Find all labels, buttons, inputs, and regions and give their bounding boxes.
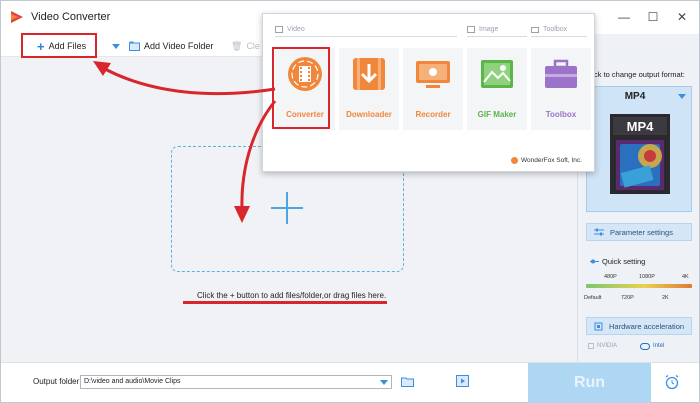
- image-icon: [481, 60, 513, 88]
- tile-gif-maker-label: GIF Maker: [477, 110, 517, 119]
- category-image: Image: [467, 26, 498, 33]
- nvidia-label: NVIDIA: [597, 343, 618, 349]
- output-format-hint: ck to change output format:: [594, 70, 685, 79]
- category-image-label: Image: [479, 26, 499, 33]
- nvidia-checkbox-icon: [588, 343, 594, 349]
- maximize-button[interactable]: ☐: [642, 6, 664, 28]
- slider-label-default: Default: [584, 295, 602, 301]
- nvidia-option[interactable]: NVIDIA: [588, 340, 617, 352]
- quality-slider[interactable]: [586, 284, 692, 288]
- add-plus-icon[interactable]: [271, 192, 303, 224]
- tile-downloader[interactable]: Downloader: [339, 48, 399, 130]
- drop-hint-text: Click the + button to add files/folder,o…: [197, 291, 387, 300]
- tile-toolbox-label: Toolbox: [545, 110, 577, 119]
- output-format-card[interactable]: MP4 MP4: [586, 86, 692, 212]
- quick-setting-icon: [590, 259, 599, 264]
- image-category-icon: [467, 26, 475, 33]
- wonderfox-credit: WonderFox Soft, Inc.: [511, 157, 582, 164]
- slider-label-480p: 480P: [604, 274, 617, 280]
- close-button[interactable]: ✕: [671, 6, 693, 28]
- category-toolbox-divider: [531, 36, 587, 37]
- intel-logo-icon: [640, 342, 650, 350]
- category-video-divider: [275, 36, 457, 37]
- category-toolbox: Toolbox: [531, 26, 567, 33]
- run-button[interactable]: Run: [528, 363, 651, 403]
- parameter-settings-label: Parameter settings: [610, 227, 673, 237]
- slider-label-1080p: 1080P: [639, 274, 655, 280]
- wonderfox-logo-icon: [511, 157, 518, 164]
- mp4-format-icon: MP4: [610, 114, 670, 194]
- app-window: Video Converter — ☐ ✕ + Add Files Add Vi…: [0, 0, 700, 403]
- output-format-panel: ck to change output format: MP4 MP4 Para…: [577, 34, 699, 362]
- app-logo-icon: [11, 11, 23, 23]
- sliders-icon: [594, 228, 604, 236]
- slider-label-4k: 4K: [682, 274, 689, 280]
- video-folder-icon[interactable]: [456, 375, 469, 387]
- clear-label: Cle: [246, 41, 260, 51]
- hardware-acceleration-label: Hardware acceleration: [609, 321, 685, 331]
- output-folder-dropdown-icon[interactable]: [380, 380, 388, 385]
- category-image-divider: [467, 36, 527, 37]
- tile-gif-maker[interactable]: GIF Maker: [467, 48, 527, 130]
- screen-record-icon: [416, 61, 450, 88]
- open-folder-icon[interactable]: [401, 376, 415, 387]
- category-toolbox-label: Toolbox: [543, 26, 568, 33]
- slider-label-720p: 720P: [621, 295, 634, 301]
- download-icon: [353, 58, 385, 90]
- dropdown-caret-icon: [112, 43, 120, 49]
- video-category-icon: [275, 26, 283, 33]
- folder-add-icon: [129, 41, 140, 51]
- trash-icon: 🗑: [231, 40, 243, 51]
- output-folder-path: D:\video and audio\Movie Clips: [84, 378, 181, 385]
- output-folder-input[interactable]: D:\video and audio\Movie Clips: [80, 375, 392, 389]
- tile-toolbox[interactable]: Toolbox: [531, 48, 591, 130]
- window-title: Video Converter: [31, 11, 111, 23]
- add-video-folder-label: Add Video Folder: [144, 41, 214, 51]
- output-format-label: MP4: [624, 91, 646, 102]
- add-video-folder-button[interactable]: Add Video Folder: [129, 38, 213, 54]
- output-folder-label: Output folder:: [33, 377, 82, 386]
- parameter-settings-button[interactable]: Parameter settings: [586, 223, 692, 241]
- category-video-label: Video: [287, 26, 305, 33]
- wonderfox-credit-text: WonderFox Soft, Inc.: [521, 157, 582, 164]
- intel-option[interactable]: Intel: [640, 340, 664, 352]
- chip-icon: [594, 322, 603, 330]
- format-dropdown-icon[interactable]: [678, 94, 686, 99]
- bottom-bar: Output folder: D:\video and audio\Movie …: [1, 362, 699, 403]
- hint-annotation-underline: [183, 301, 387, 304]
- add-files-dropdown[interactable]: [112, 38, 120, 54]
- minimize-button[interactable]: —: [613, 6, 635, 28]
- tile-downloader-label: Downloader: [346, 110, 392, 119]
- toolbox-icon: [545, 59, 577, 88]
- category-video: Video: [275, 26, 305, 33]
- toolbox-category-icon: [531, 27, 539, 33]
- intel-label: Intel: [653, 343, 665, 349]
- alarm-clock-icon[interactable]: [664, 374, 680, 390]
- quick-setting-label: Quick setting: [602, 257, 646, 266]
- tile-recorder[interactable]: Recorder: [403, 48, 463, 130]
- annotation-box-add-files: [21, 33, 97, 58]
- hardware-acceleration-button[interactable]: Hardware acceleration: [586, 317, 692, 335]
- tile-recorder-label: Recorder: [415, 110, 451, 119]
- mp4-icon-text: MP4: [627, 119, 655, 134]
- clear-button[interactable]: 🗑 Cle: [231, 38, 260, 54]
- annotation-box-converter: [272, 47, 330, 129]
- slider-label-2k: 2K: [662, 295, 669, 301]
